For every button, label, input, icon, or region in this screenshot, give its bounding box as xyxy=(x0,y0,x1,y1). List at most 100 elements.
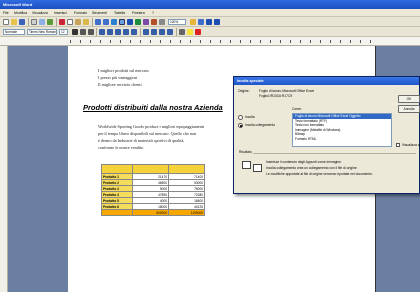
ruler-tick xyxy=(300,40,301,43)
ruler-tick xyxy=(160,40,161,43)
toolbar-separator xyxy=(92,18,93,26)
undo-icon[interactable] xyxy=(95,19,101,25)
bullets-icon[interactable] xyxy=(151,29,157,35)
window-title-bar: Microsoft Word xyxy=(0,0,420,9)
ruler-tick xyxy=(360,40,361,43)
result-label: Risultato xyxy=(238,150,253,154)
ruler-tick xyxy=(250,40,251,43)
print-preview-icon[interactable] xyxy=(39,19,45,25)
ruler-tick xyxy=(70,40,71,43)
display-as-icon-label: Visualizza come icona xyxy=(402,143,420,147)
web-icon[interactable] xyxy=(206,19,212,25)
menu-help[interactable]: ? xyxy=(152,11,154,15)
document-map-icon[interactable] xyxy=(214,19,220,25)
ruler-tick xyxy=(140,40,141,43)
menu-finestra[interactable]: Finestra xyxy=(132,11,145,15)
display-as-icon-checkbox[interactable] xyxy=(396,143,400,147)
align-right-icon[interactable] xyxy=(115,29,121,35)
menu-formato[interactable]: Formato xyxy=(74,11,87,15)
ruler-tick xyxy=(280,40,281,43)
ruler-tick xyxy=(230,40,231,43)
new-document-icon[interactable] xyxy=(3,19,9,25)
menu-inserisci[interactable]: Inserisci xyxy=(54,11,67,15)
justify-icon[interactable] xyxy=(123,29,129,35)
print-icon[interactable] xyxy=(31,19,37,25)
save-icon[interactable] xyxy=(19,19,25,25)
read-icon[interactable] xyxy=(198,19,204,25)
dialog-title: Incolla speciale xyxy=(237,79,264,83)
menu-visualizza[interactable]: Visualizza xyxy=(32,11,48,15)
origin-value: Foglio di lavoro Microsoft Office Excel xyxy=(259,89,315,93)
menu-modifica[interactable]: Modifica xyxy=(14,11,27,15)
columns-icon[interactable] xyxy=(143,19,149,25)
ruler-tick xyxy=(370,40,371,43)
align-left-icon[interactable] xyxy=(99,29,105,35)
format-painter-icon[interactable] xyxy=(83,19,89,25)
drawing-icon[interactable] xyxy=(151,19,157,25)
ruler-tick xyxy=(200,40,201,43)
result-link-icon xyxy=(253,164,262,172)
paste-radio[interactable] xyxy=(238,115,243,120)
borders-icon[interactable] xyxy=(179,29,185,35)
highlight-icon[interactable] xyxy=(187,29,193,35)
insert-table-icon[interactable] xyxy=(127,19,133,25)
window-title: Microsoft Word xyxy=(3,2,33,7)
align-center-icon[interactable] xyxy=(107,29,113,35)
result-group-border xyxy=(238,153,416,154)
standard-toolbar: 100% xyxy=(0,17,420,27)
help-icon[interactable] xyxy=(190,19,196,25)
font-select[interactable]: Times New Roman xyxy=(27,29,57,35)
dialog-title-bar[interactable]: Incolla speciale xyxy=(234,77,419,85)
open-folder-icon[interactable] xyxy=(11,19,17,25)
result-text: Inserisce il contenuto degli Appunti com… xyxy=(266,160,342,164)
increase-indent-icon[interactable] xyxy=(167,29,173,35)
paste-icon[interactable] xyxy=(75,19,81,25)
underline-icon[interactable] xyxy=(88,29,94,35)
paste-as-label: Come: xyxy=(292,107,302,111)
menu-file[interactable]: File xyxy=(3,11,9,15)
paste-as-list[interactable]: Foglio di lavoro Microsoft Office Excel … xyxy=(292,113,392,147)
table-header-cell xyxy=(132,164,169,174)
menu-bar: File Modifica Visualizza Inserisci Forma… xyxy=(0,9,420,17)
zoom-select[interactable]: 100% xyxy=(168,19,186,25)
doc-paragraph-line: per il tempo libero disponibili sul merc… xyxy=(98,131,197,136)
ruler-tick xyxy=(190,40,191,43)
tables-borders-icon[interactable] xyxy=(119,19,125,25)
ruler-tick xyxy=(130,40,131,43)
vertical-ruler xyxy=(0,46,8,292)
menu-strumenti[interactable]: Strumenti xyxy=(92,11,107,15)
ruler-tick xyxy=(350,40,351,43)
font-color-icon[interactable] xyxy=(195,29,201,35)
copy-icon[interactable] xyxy=(67,19,73,25)
paste-option-label: Incolla xyxy=(245,115,255,119)
bold-icon[interactable] xyxy=(72,29,78,35)
ruler-tick xyxy=(340,40,341,43)
formatting-toolbar: Normale Times New Roman 12 xyxy=(0,27,420,37)
ruler-tick xyxy=(290,40,291,43)
hyperlink-icon[interactable] xyxy=(111,19,117,25)
italic-icon[interactable] xyxy=(80,29,86,35)
toolbar-separator xyxy=(56,18,57,26)
paste-link-radio[interactable] xyxy=(238,123,243,128)
insert-excel-icon[interactable] xyxy=(135,19,141,25)
toolbar-separator xyxy=(96,28,97,36)
horizontal-ruler[interactable] xyxy=(0,37,420,46)
table-total-row: 600000 1190000 xyxy=(101,209,205,216)
cut-icon[interactable] xyxy=(59,19,65,25)
paste-special-dialog[interactable]: Incolla speciale Origine: Foglio di lavo… xyxy=(233,76,420,194)
decrease-indent-icon[interactable] xyxy=(159,29,165,35)
redo-icon[interactable] xyxy=(103,19,109,25)
style-select[interactable]: Normale xyxy=(3,29,25,35)
cancel-button[interactable]: Annulla xyxy=(398,105,420,113)
spelling-icon[interactable] xyxy=(47,19,53,25)
font-size-select[interactable]: 12 xyxy=(59,29,68,35)
line-spacing-icon[interactable] xyxy=(131,29,137,35)
ruler-tick xyxy=(100,40,101,43)
show-hide-icon[interactable] xyxy=(159,19,165,25)
menu-tabella[interactable]: Tabella xyxy=(114,11,125,15)
numbering-icon[interactable] xyxy=(143,29,149,35)
ok-button[interactable]: OK xyxy=(398,95,420,103)
list-item[interactable]: Formato HTML xyxy=(293,137,391,142)
product-table[interactable]: Prodotto 1 21470 71400 Prodotto 2 46500 … xyxy=(101,164,205,216)
doc-paragraph-line: Worldwide Sporting Goods produce i migli… xyxy=(98,124,205,129)
